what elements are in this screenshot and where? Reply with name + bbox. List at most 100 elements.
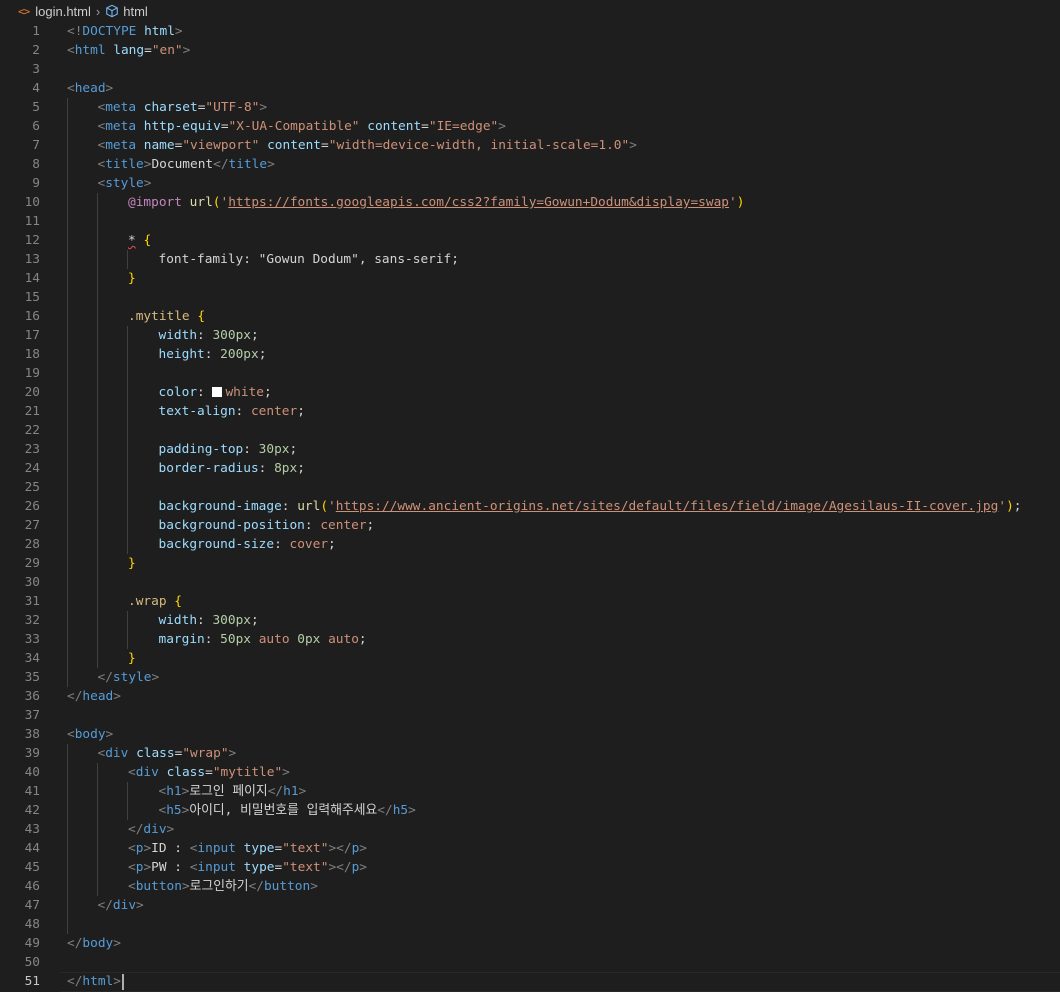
code-line[interactable]: 29} [0,554,1060,573]
color-swatch-icon[interactable] [212,387,223,397]
code-token: > [228,746,237,761]
code-token: ) [736,195,745,210]
code-line[interactable]: 48 [0,915,1060,934]
code-token: "viewport" [182,138,260,153]
code-token: > [498,119,506,134]
code-token: meta [105,138,137,153]
indent-guide [67,478,68,497]
line-number: 8 [32,157,40,172]
code-line[interactable]: 17 width: 300px; [0,326,1060,345]
line-number: 14 [24,271,40,286]
code-line[interactable]: 4 <head> [0,79,1060,98]
indent-guide [97,839,98,858]
code-line[interactable]: 30 [0,573,1060,592]
code-line[interactable]: 26 background-image: url('https://www.anc… [0,497,1060,516]
code-token: content [267,138,322,153]
code-line[interactable]: 9 <style> [0,174,1060,193]
code-line[interactable]: 1 <!DOCTYPE html> [0,22,1060,41]
breadcrumb-symbol[interactable]: html [105,4,148,19]
code-line[interactable]: 12 * { [0,231,1060,250]
code-line[interactable]: 50 [0,953,1060,972]
code-line[interactable]: 5 <meta charset="UTF-8"> [0,98,1060,117]
code-line[interactable]: 24 border-radius: 8px; [0,459,1060,478]
code-line[interactable]: 34} [0,649,1060,668]
code-line[interactable]: 7 <meta name="viewport" content="width=de… [0,136,1060,155]
code-token: border-radius [158,461,259,476]
code-line[interactable]: 38 <body> [0,725,1060,744]
line-number: 7 [32,138,40,153]
code-token: div [105,746,129,761]
code-line[interactable]: 46 <button>로그인하기</button> [0,877,1060,896]
code-token: width [158,613,198,628]
code-line[interactable]: 31 .wrap { [0,592,1060,611]
code-token: button [263,879,311,894]
indent-guide [97,326,98,345]
code-line[interactable]: 3 [0,60,1060,79]
code-line[interactable]: 33 margin: 50px auto 0px auto; [0,630,1060,649]
code-line[interactable]: 6 <meta http-equiv="X-UA-Compatible" cont… [0,117,1060,136]
code-token: Document [151,157,214,172]
code-line[interactable]: 23 padding-top: 30px; [0,440,1060,459]
code-line[interactable]: 39 <div class="wrap"> [0,744,1060,763]
indent-guide [67,117,68,136]
breadcrumb-file[interactable]: <> login.html [18,4,91,19]
code-token: : [204,347,221,362]
indent-guide [97,782,98,801]
code-token: 30px [258,442,290,457]
code-line[interactable]: 22 [0,421,1060,440]
code-line[interactable]: 20 color: white; [0,383,1060,402]
code-line[interactable]: 11 [0,212,1060,231]
code-line[interactable]: 15 [0,288,1060,307]
code-line[interactable]: 42 <h5>아이디, 비밀번호를 입력해주세요</h5> [0,801,1060,820]
line-number: 25 [24,480,40,495]
code-line[interactable]: 36 </head> [0,687,1060,706]
code-line[interactable]: 37 [0,706,1060,725]
code-token: : [243,442,259,457]
code-line[interactable]: 43 </div> [0,820,1060,839]
code-editor[interactable]: 1 <!DOCTYPE html> 2 <html lang="en"> 3 4 <head… [0,22,1060,992]
code-line[interactable]: 2 <html lang="en"> [0,41,1060,60]
code-line[interactable]: 41 <h1>로그인 페이지</h1> [0,782,1060,801]
code-line[interactable]: 10 @import url('https://fonts.googleapis.… [0,193,1060,212]
code-line[interactable]: 35 </style> [0,668,1060,687]
indent-guide [97,402,98,421]
code-line[interactable]: 49 </body> [0,934,1060,953]
code-text: background-size: cover; [159,535,336,554]
code-line[interactable]: 32 width: 300px; [0,611,1060,630]
code-text: <title>Document</title> [98,155,275,174]
code-line[interactable]: 13 font-family: "Gowun Dodum", sans-serif… [0,250,1060,269]
code-token: > [143,841,152,856]
indent-guide [127,497,128,516]
indent-guide [97,383,98,402]
line-number: 12 [24,233,40,248]
code-line[interactable]: 14} [0,269,1060,288]
indent-guide [97,269,98,288]
code-token: 300px [212,613,251,628]
code-line[interactable]: 47 </div> [0,896,1060,915]
code-line[interactable]: 19 [0,364,1060,383]
line-number: 16 [24,309,40,324]
code-token: "text" [282,841,329,856]
code-line[interactable]: 8 <title>Document</title> [0,155,1060,174]
code-token: input [197,860,236,875]
code-line[interactable]: 27 background-position: center; [0,516,1060,535]
code-line[interactable]: 21 text-align: center; [0,402,1060,421]
code-token: </ [67,974,83,989]
code-line[interactable]: 16 .mytitle { [0,307,1060,326]
code-token: > [143,860,152,875]
code-token: "en" [151,43,183,58]
indent-guide [127,535,128,554]
code-line[interactable]: 51 </html> [0,972,1060,992]
code-line[interactable]: 45 <p>PW : <input type="text"></p> [0,858,1060,877]
code-line[interactable]: 28 background-size: cover; [0,535,1060,554]
code-line[interactable]: 40 <div class="mytitle"> [0,763,1060,782]
indent-guide [97,820,98,839]
code-line[interactable]: 18 height: 200px; [0,345,1060,364]
code-line[interactable]: 44 <p>ID : <input type="text"></p> [0,839,1060,858]
code-token: title [105,157,144,172]
code-text: font-family: "Gowun Dodum", sans-serif; [159,250,459,269]
indent-guide [67,801,68,820]
code-line[interactable]: 25 [0,478,1060,497]
